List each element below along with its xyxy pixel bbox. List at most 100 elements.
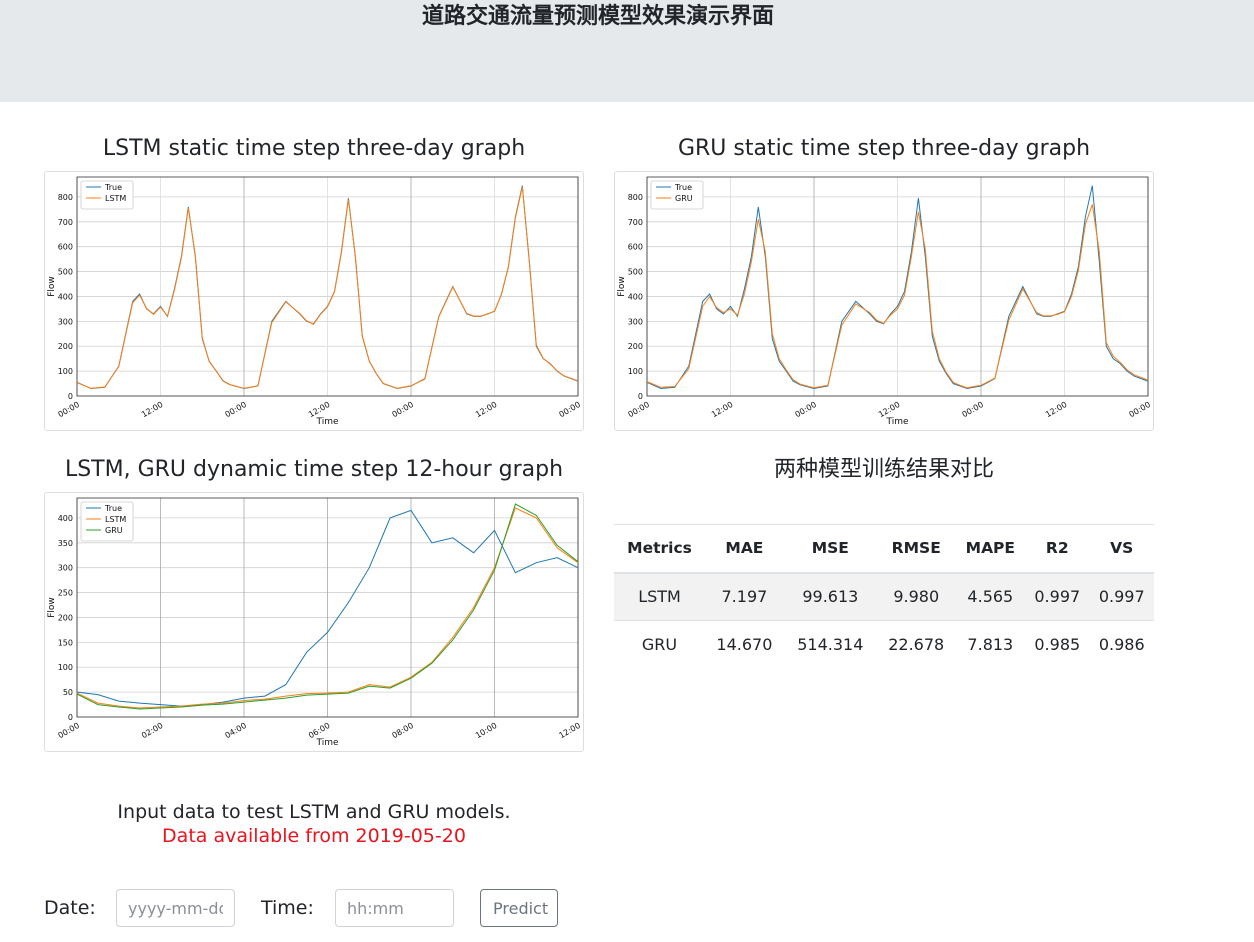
y-tick-label: 350 [58,539,73,548]
y-axis-label: Flow [47,597,57,618]
y-axis-label: Flow [617,276,627,297]
legend-label: True [674,183,692,192]
y-tick-label: 100 [58,663,73,672]
date-input[interactable] [116,889,235,927]
header-cell: Metrics [627,539,692,558]
y-tick-label: 400 [58,514,73,523]
x-tick-label: 10:00 [474,721,498,740]
table-cell: 514.314 [797,635,864,655]
header-cell: MSE [811,539,849,558]
x-tick-label: 00:00 [57,721,81,740]
time-input[interactable] [335,889,454,927]
x-tick-label: 12:00 [558,721,582,740]
data-availability-note: Data available from 2019-05-20 [162,825,466,847]
y-tick-label: 500 [628,268,643,277]
legend-label: LSTM [105,194,126,203]
legend-label: GRU [105,526,123,535]
table-cell: 0.997 [1034,587,1081,607]
x-tick-label: 00:00 [1128,400,1152,419]
x-axis-label: Time [315,417,338,427]
y-tick-label: 800 [628,193,643,202]
y-tick-label: 0 [68,713,73,722]
y-tick-label: 0 [68,392,73,401]
gru-static-chart-title: GRU static time step three-day graph [677,136,1091,161]
table-cell: LSTM [638,587,681,607]
x-tick-label: 00:00 [391,400,415,419]
table-cell: 7.813 [967,635,1014,655]
date-label: Date: [44,897,96,919]
page-title: 道路交通流量预测模型效果演示界面 [421,4,774,29]
table-row: GRU 14.670 514.314 22.678 7.813 0.985 0.… [614,621,1154,669]
dynamic-chart: 0 50 100 150 200 250 300 350 400 00:00 02:00 04:00 0… [44,492,584,752]
x-tick-label: 08:00 [391,721,415,740]
x-axis-label: Time [885,417,908,427]
table-cell: 0.985 [1034,635,1081,655]
y-tick-label: 400 [628,292,643,301]
table-cell: 7.197 [721,587,768,607]
y-tick-label: 250 [58,589,73,598]
table-cell: 99.613 [802,587,859,607]
header-cell: RMSE [891,539,941,558]
page-header: 道路交通流量预测模型效果演示界面 [0,0,1254,102]
legend-label: True [104,504,122,513]
lstm-static-chart: 0 100 200 300 400 500 600 700 800 00:00 12:00 00:00… [44,171,584,431]
y-tick-label: 200 [628,342,643,351]
lstm-static-chart-title: LSTM static time step three-day graph [102,136,526,161]
lstm-static-chart-svg: 0 100 200 300 400 500 600 700 800 00:00 12:00 00:00… [47,176,582,427]
legend-label: GRU [675,194,693,203]
header-cell: MAPE [965,539,1016,558]
header-cell: MAE [725,539,764,558]
gru-static-chart-svg: 0 100 200 300 400 500 600 700 800 00:00 12:00 00:00… [617,176,1152,427]
x-tick-label: 12:00 [140,400,164,419]
header-cell: R2 [1045,539,1069,558]
y-tick-label: 0 [638,392,643,401]
input-note: Input data to test LSTM and GRU models. … [44,800,584,848]
x-tick-label: 00:00 [627,400,651,419]
y-tick-label: 600 [628,243,643,252]
y-tick-label: 100 [628,367,643,376]
x-tick-label: 00:00 [224,400,248,419]
comparison-title: 两种模型训练结果对比 [773,457,994,482]
dynamic-chart-title: LSTM, GRU dynamic time step 12-hour grap… [64,457,564,482]
table-cell: 9.980 [893,587,940,607]
x-tick-label: 00:00 [961,400,985,419]
y-tick-label: 400 [58,292,73,301]
legend-label: True [104,183,122,192]
x-tick-label: 00:00 [794,400,818,419]
x-tick-label: 00:00 [558,400,582,419]
time-label: Time: [261,897,314,919]
x-axis-label: Time [315,738,338,748]
header-cell: VS [1110,539,1134,558]
x-tick-label: 02:00 [140,721,164,740]
table-cell: 0.997 [1098,587,1145,607]
legend-label: LSTM [105,515,126,524]
dynamic-chart-svg: 0 50 100 150 200 250 300 350 400 00:00 02:00 04:00 0… [47,497,582,748]
y-axis-label: Flow [47,276,57,297]
y-tick-label: 800 [58,193,73,202]
x-tick-label: 12:00 [1044,400,1068,419]
metrics-header-row: Metrics MAE MSE RMSE MAPE R2 VS [614,524,1154,573]
y-tick-label: 50 [63,688,73,697]
metrics-table: Metrics MAE MSE RMSE MAPE R2 VS LSTM 7.1… [614,524,1154,669]
table-cell: 22.678 [888,635,945,655]
y-tick-label: 700 [58,218,73,227]
gru-static-chart: 0 100 200 300 400 500 600 700 800 00:00 12:00 00:00… [614,171,1154,431]
table-row: LSTM 7.197 99.613 9.980 4.565 0.997 0.99… [614,572,1154,621]
x-tick-label: 04:00 [224,721,248,740]
y-tick-label: 700 [628,218,643,227]
table-cell: 4.565 [967,587,1014,607]
x-tick-label: 00:00 [57,400,81,419]
y-tick-label: 300 [58,317,73,326]
x-tick-label: 12:00 [710,400,734,419]
table-cell: 0.986 [1098,635,1145,655]
y-tick-label: 150 [58,638,73,647]
input-instructions: Input data to test LSTM and GRU models. [117,801,511,823]
table-cell: 14.670 [716,635,773,655]
x-tick-label: 12:00 [474,400,498,419]
y-tick-label: 200 [58,342,73,351]
predict-button[interactable]: Predict [480,889,558,927]
y-tick-label: 500 [58,268,73,277]
y-tick-label: 200 [58,613,73,622]
y-tick-label: 300 [628,317,643,326]
y-tick-label: 300 [58,564,73,573]
